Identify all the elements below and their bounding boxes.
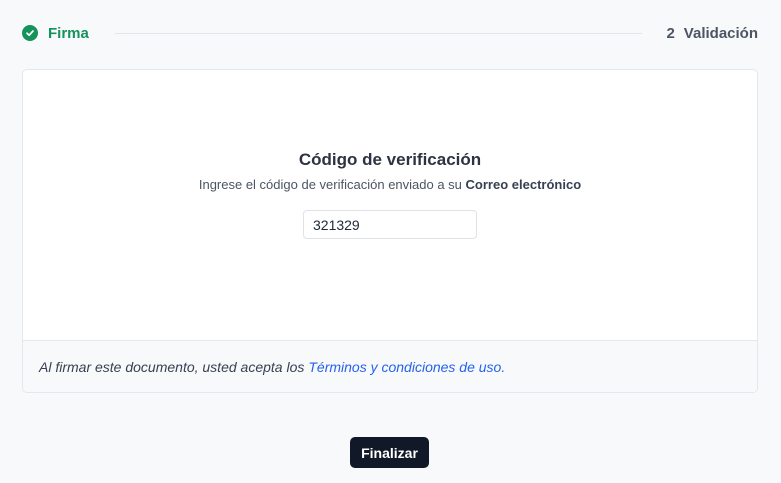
step-validacion: 2 Validación [666,25,758,42]
verification-code-input[interactable] [303,210,477,239]
card-body: Código de verificación Ingrese el código… [23,70,757,340]
step-firma-label: Firma [48,24,89,42]
card-subtitle: Ingrese el código de verificación enviad… [23,177,757,192]
subtitle-channel: Correo electrónico [465,177,582,192]
terms-link[interactable]: Términos y condiciones de uso. [308,359,505,375]
card-title: Código de verificación [298,150,482,169]
verification-card: Código de verificación Ingrese el código… [22,69,758,393]
terms-text: Al firmar este documento, usted acepta l… [39,359,305,375]
card-footer: Al firmar este documento, usted acepta l… [23,340,757,392]
step-firma: Firma [22,25,89,42]
subtitle-text: Ingrese el código de verificación enviad… [198,177,462,192]
step-connector [114,32,643,34]
stepper: Firma 2 Validación [22,22,758,44]
step-validacion-number: 2 [666,24,675,42]
check-circle-icon [22,25,38,41]
step-validacion-label: Validación [683,24,758,42]
finish-button[interactable]: Finalizar [350,437,429,468]
